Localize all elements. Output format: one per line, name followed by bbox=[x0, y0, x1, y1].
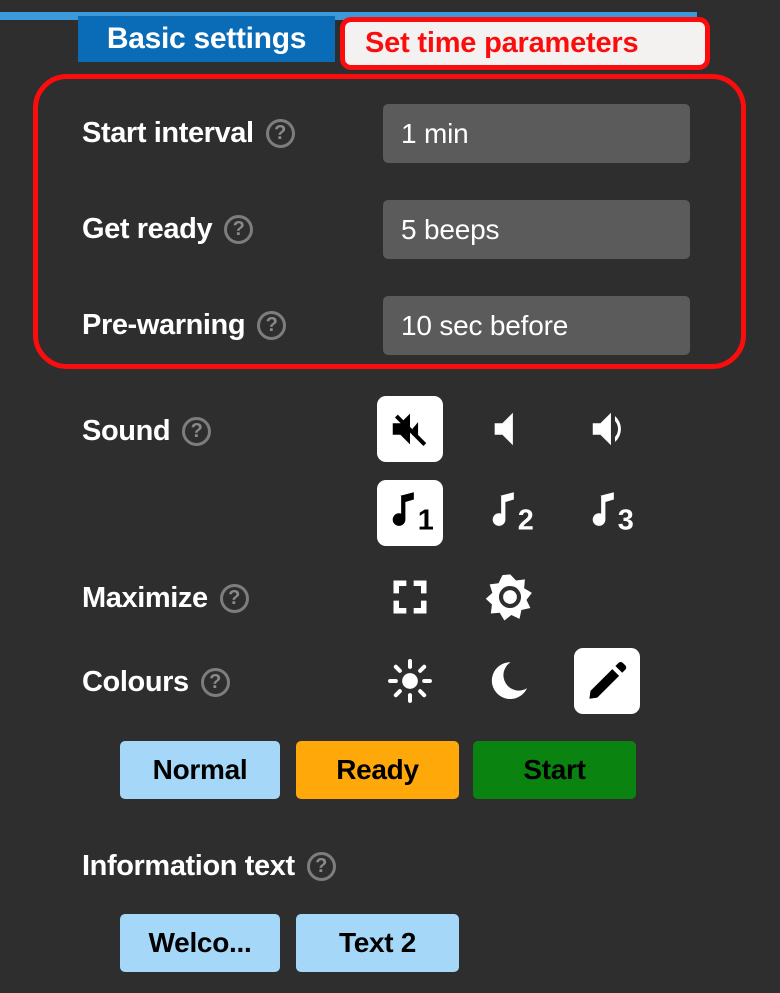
pencil-icon bbox=[589, 661, 627, 699]
sound-option-mute[interactable] bbox=[377, 396, 443, 462]
information-text-button-1-label: Welco... bbox=[148, 927, 252, 958]
sound-option-melody-1[interactable]: 1 bbox=[377, 480, 443, 546]
music-note-1-icon: 1 bbox=[392, 492, 434, 536]
label-start-interval-text: Start interval bbox=[82, 117, 254, 149]
music-note-2-icon: 2 bbox=[492, 492, 534, 536]
colours-option-custom[interactable] bbox=[574, 648, 640, 714]
information-text-button-1[interactable]: Welco... bbox=[120, 914, 280, 972]
sound-option-melody-3[interactable]: 3 bbox=[577, 480, 643, 546]
svg-text:2: 2 bbox=[518, 504, 534, 536]
label-sound-text: Sound bbox=[82, 415, 171, 447]
label-information-text-text: Information text bbox=[82, 850, 295, 882]
brightness-icon bbox=[485, 574, 532, 621]
moon-icon bbox=[491, 662, 527, 699]
help-icon-maximize[interactable] bbox=[219, 584, 249, 613]
colours-option-light[interactable] bbox=[377, 648, 443, 714]
label-colours: Colours bbox=[82, 666, 230, 699]
row-start-interval: Start interval 1 min bbox=[0, 104, 780, 163]
sun-icon bbox=[388, 659, 432, 703]
volume-mute-icon bbox=[392, 413, 427, 446]
fullscreen-icon bbox=[393, 580, 427, 614]
help-icon-colours[interactable] bbox=[200, 668, 230, 697]
label-sound: Sound bbox=[82, 415, 212, 448]
field-pre-warning[interactable]: 10 sec before bbox=[383, 296, 690, 355]
colour-chip-normal[interactable]: Normal bbox=[120, 741, 280, 799]
label-information-text: Information text bbox=[82, 850, 336, 883]
field-get-ready-value: 5 beeps bbox=[401, 213, 500, 245]
colour-chip-start[interactable]: Start bbox=[473, 741, 636, 799]
svg-text:3: 3 bbox=[618, 504, 634, 536]
help-icon-get-ready[interactable] bbox=[224, 215, 254, 244]
colour-chip-ready-label: Ready bbox=[336, 754, 419, 785]
field-pre-warning-value: 10 sec before bbox=[401, 309, 569, 341]
maximize-option-fullscreen[interactable] bbox=[377, 564, 443, 630]
colour-chip-start-label: Start bbox=[523, 754, 586, 785]
field-start-interval-value: 1 min bbox=[401, 117, 469, 149]
sound-option-melody-2[interactable]: 2 bbox=[477, 480, 543, 546]
colour-chip-normal-label: Normal bbox=[152, 754, 248, 785]
label-colours-text: Colours bbox=[82, 666, 189, 698]
sound-option-high[interactable] bbox=[577, 396, 643, 462]
colours-option-dark[interactable] bbox=[477, 648, 543, 714]
maximize-option-brightness[interactable] bbox=[477, 564, 543, 630]
information-text-button-2-label: Text 2 bbox=[338, 927, 417, 958]
information-text-button-2[interactable]: Text 2 bbox=[296, 914, 459, 972]
tab-basic-settings[interactable]: Basic settings bbox=[78, 16, 335, 62]
sound-option-low[interactable] bbox=[477, 396, 543, 462]
row-pre-warning: Pre-warning 10 sec before bbox=[0, 296, 780, 355]
help-icon-start-interval[interactable] bbox=[265, 119, 295, 148]
field-get-ready[interactable]: 5 beeps bbox=[383, 200, 690, 259]
settings-screen: Basic settings Set time parameters Start… bbox=[0, 0, 780, 993]
volume-low-icon bbox=[494, 412, 513, 446]
label-maximize: Maximize bbox=[82, 582, 249, 615]
annotation-callout: Set time parameters bbox=[340, 17, 710, 70]
label-get-ready: Get ready bbox=[82, 213, 254, 246]
tab-basic-settings-label: Basic settings bbox=[106, 22, 307, 55]
label-maximize-text: Maximize bbox=[82, 582, 208, 614]
annotation-callout-text: Set time parameters bbox=[365, 27, 639, 59]
help-icon-information-text[interactable] bbox=[306, 852, 336, 881]
label-start-interval: Start interval bbox=[82, 117, 295, 150]
row-get-ready: Get ready 5 beeps bbox=[0, 200, 780, 259]
label-pre-warning: Pre-warning bbox=[82, 309, 287, 342]
label-get-ready-text: Get ready bbox=[82, 213, 213, 245]
colour-chip-ready[interactable]: Ready bbox=[296, 741, 459, 799]
field-start-interval[interactable]: 1 min bbox=[383, 104, 690, 163]
music-note-3-icon: 3 bbox=[592, 492, 634, 536]
volume-high-icon bbox=[592, 412, 621, 446]
label-pre-warning-text: Pre-warning bbox=[82, 309, 246, 341]
svg-text:1: 1 bbox=[418, 504, 434, 536]
help-icon-pre-warning[interactable] bbox=[257, 311, 287, 340]
help-icon-sound[interactable] bbox=[182, 417, 212, 446]
